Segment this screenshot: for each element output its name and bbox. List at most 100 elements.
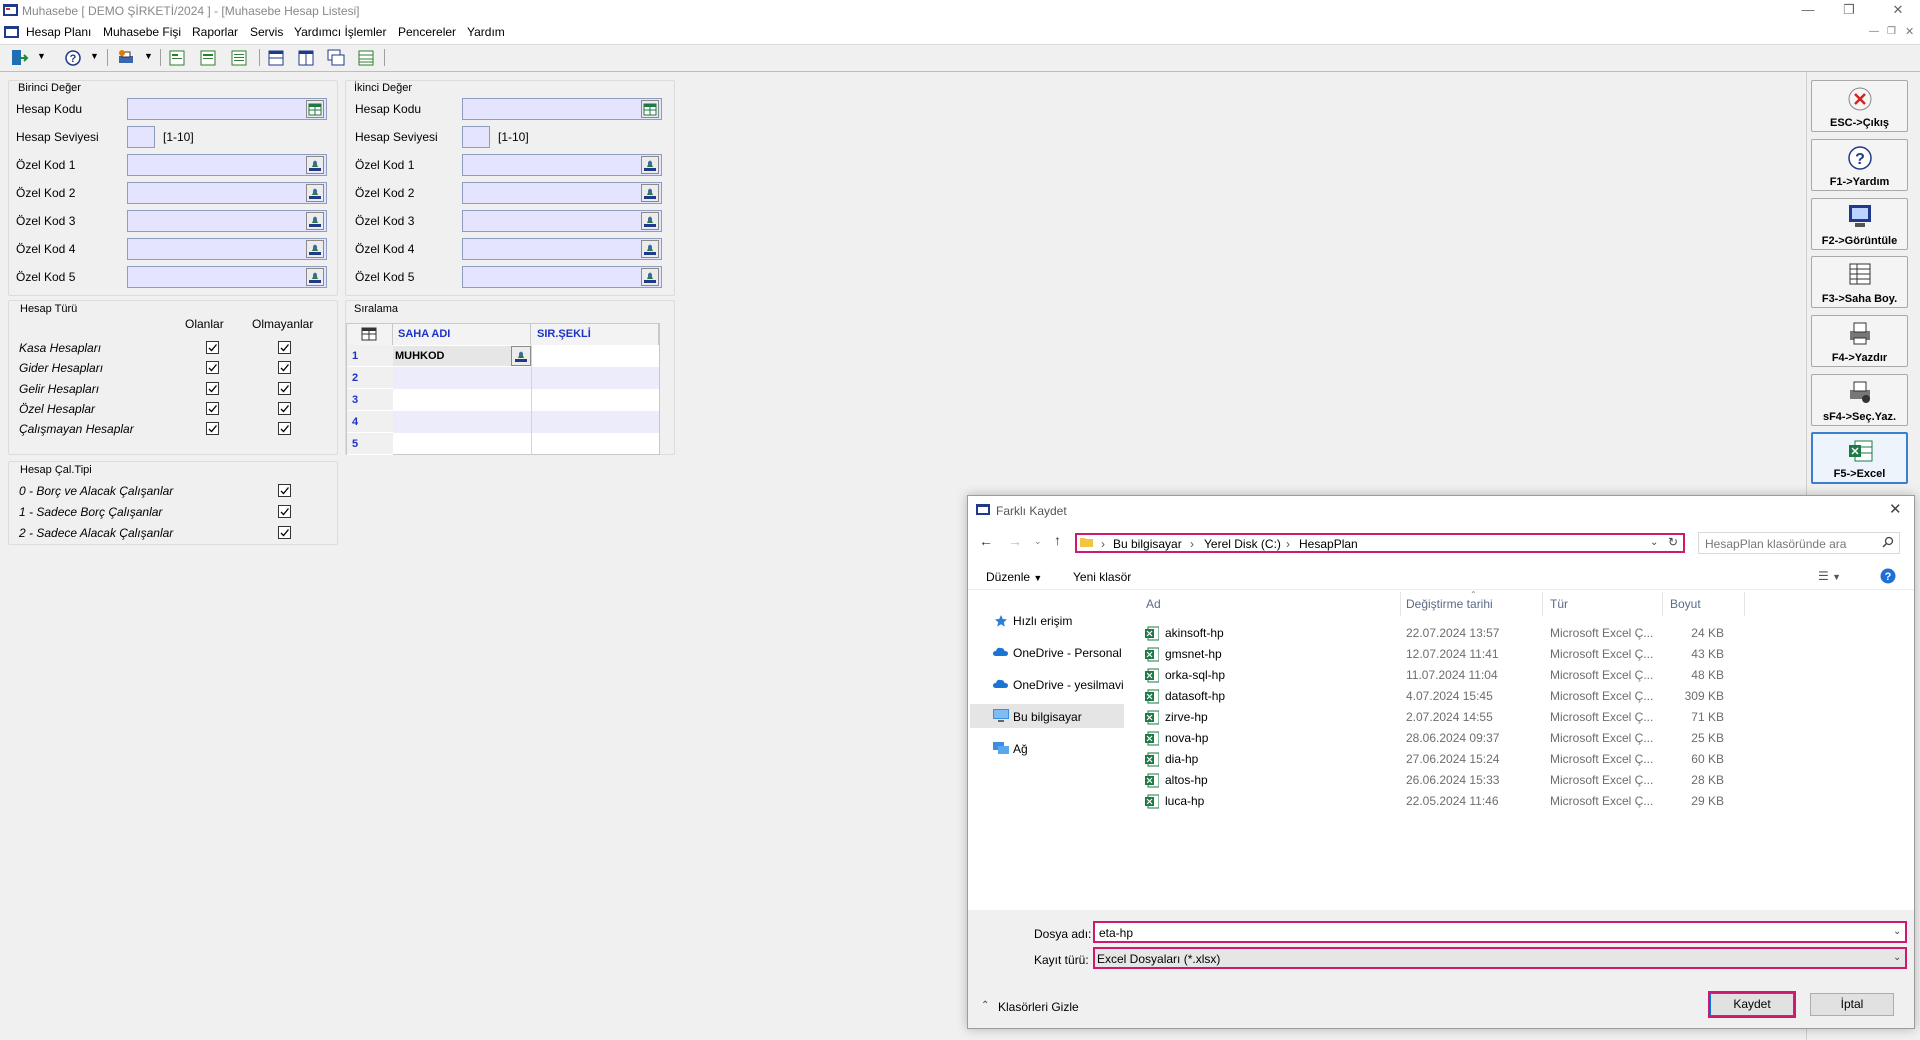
list-item[interactable]: altos-hp 26.06.2024 15:33 Microsoft Excel … [1143,770,1743,791]
lookup-icon[interactable] [641,212,659,230]
exit-dropdown-icon[interactable]: ▼ [37,51,46,61]
file-name[interactable]: luca-hp [1165,794,1204,808]
lookup-icon[interactable] [511,346,531,366]
saha-adi-cell[interactable]: MUHKOD [393,346,511,366]
file-name[interactable]: datasoft-hp [1165,689,1225,703]
menu-servis[interactable]: Servis [250,25,283,39]
list-item[interactable]: nova-hp 28.06.2024 09:37 Microsoft Excel Ç… [1143,728,1743,749]
f2-view-button[interactable]: F2->Görüntüle [1811,198,1908,250]
new-folder-button[interactable]: Yeni klasör [1073,570,1131,584]
grid-corner-icon[interactable] [347,324,393,345]
menu-muhasebe-fisi[interactable]: Muhasebe Fişi [103,25,181,39]
list-item[interactable]: gmsnet-hp 12.07.2024 11:41 Microsoft Excel… [1143,644,1743,665]
lookup-icon[interactable] [306,268,324,286]
sadece-borc-checkbox[interactable] [278,505,291,518]
nav-quick-access[interactable]: Hızlı erişim [1013,614,1072,628]
back-arrow-icon[interactable]: ← [979,533,993,549]
table-row[interactable] [393,433,659,454]
help-tool-icon[interactable]: ? [63,48,83,68]
ozel-olmayanlar-checkbox[interactable] [278,402,291,415]
grid-view-icon[interactable] [266,48,286,68]
list-item[interactable]: akinsoft-hp 22.07.2024 13:57 Microsoft Exc… [1143,623,1743,644]
calismayan-olmayanlar-checkbox[interactable] [278,422,291,435]
grid-columns-icon[interactable] [296,48,316,68]
ozel-kod-3-field[interactable] [462,210,662,232]
list-item[interactable]: zirve-hp 2.07.2024 14:55 Microsoft Excel Ç… [1143,707,1743,728]
nav-network[interactable]: Ağ [1013,742,1028,756]
file-name[interactable]: dia-hp [1165,752,1198,766]
search-icon[interactable] [1882,536,1894,548]
list-item[interactable]: orka-sql-hp 11.07.2024 11:04 Microsoft Exc… [1143,665,1743,686]
gider-olanlar-checkbox[interactable] [206,361,219,374]
grid-stack-icon[interactable] [326,48,346,68]
lookup-icon[interactable] [641,184,659,202]
esc-exit-button[interactable]: ESC->Çıkış [1811,80,1908,132]
ozel-olanlar-checkbox[interactable] [206,402,219,415]
ozel-kod-4-field[interactable] [127,238,327,260]
up-arrow-icon[interactable]: ↑ [1054,532,1061,548]
sadece-alacak-checkbox[interactable] [278,526,291,539]
list-item[interactable]: dia-hp 27.06.2024 15:24 Microsoft Excel Ç.… [1143,749,1743,770]
file-name[interactable]: zirve-hp [1165,710,1208,724]
nav-onedrive-personal[interactable]: OneDrive - Personal [1013,646,1122,660]
f5-excel-button[interactable]: F5->Excel [1811,432,1908,484]
ozel-kod-1-field[interactable] [127,154,327,176]
ozel-kod-4-field[interactable] [462,238,662,260]
dialog-close-icon[interactable]: ✕ [1889,500,1902,518]
search-placeholder[interactable]: HesapPlan klasöründe ara [1705,537,1846,551]
column-date-header[interactable]: Değiştirme tarihi [1406,597,1493,611]
lookup-icon[interactable] [306,184,324,202]
minimize-icon[interactable]: — [1799,2,1817,18]
kasa-olanlar-checkbox[interactable] [206,341,219,354]
table-row[interactable] [393,389,659,411]
lookup-icon[interactable] [641,240,659,258]
filename-value[interactable]: eta-hp [1099,926,1133,940]
nav-this-pc[interactable]: Bu bilgisayar [1013,710,1082,724]
ozel-kod-1-field[interactable] [462,154,662,176]
cancel-button[interactable]: İptal [1810,993,1894,1016]
restore-icon[interactable]: ❐ [1840,2,1858,18]
file-name[interactable]: akinsoft-hp [1165,626,1224,640]
saha-adi-header[interactable]: SAHA ADI [393,324,531,345]
file-name[interactable]: altos-hp [1165,773,1208,787]
mdi-close-icon[interactable]: ✕ [1905,25,1914,38]
list-item[interactable]: datasoft-hp 4.07.2024 15:45 Microsoft Exce… [1143,686,1743,707]
filename-dropdown-icon[interactable]: ⌄ [1893,926,1901,937]
mdi-restore-icon[interactable]: ❐ [1887,26,1896,37]
calendar-lookup-icon[interactable] [306,100,324,118]
calendar-lookup-icon[interactable] [641,100,659,118]
printer-tool-icon[interactable] [116,48,136,68]
record-prev-icon[interactable] [198,48,218,68]
ozel-kod-2-field[interactable] [127,182,327,204]
save-button-label[interactable]: Kaydet [1710,993,1794,1016]
exit-tool-icon[interactable] [9,48,29,68]
grid-table-icon[interactable] [356,48,376,68]
hesap-kodu-field[interactable] [127,98,327,120]
hesap-seviyesi-field[interactable] [127,126,155,148]
menu-raporlar[interactable]: Raporlar [192,25,238,39]
recent-dropdown-icon[interactable]: ⌄ [1034,536,1042,547]
gelir-olanlar-checkbox[interactable] [206,382,219,395]
f4-print-button[interactable]: F4->Yazdır [1811,315,1908,367]
f1-help-button[interactable]: ? F1->Yardım [1811,139,1908,191]
record-first-icon[interactable] [167,48,187,68]
breadcrumb-bu-bilgisayar[interactable]: Bu bilgisayar [1113,537,1182,551]
record-list-icon[interactable] [229,48,249,68]
hide-folders-chevron-icon[interactable]: ⌃ [981,1000,989,1011]
mdi-minimize-icon[interactable]: — [1869,26,1879,37]
view-options-icon[interactable]: ☰ ▼ [1818,569,1841,583]
ozel-kod-3-field[interactable] [127,210,327,232]
nav-onedrive-work[interactable]: OneDrive - yesilmaviy [1013,678,1124,692]
lookup-icon[interactable] [306,156,324,174]
breadcrumb-yerel-disk[interactable]: Yerel Disk (C:) [1204,537,1281,551]
gider-olmayanlar-checkbox[interactable] [278,361,291,374]
ozel-kod-5-field[interactable] [462,266,662,288]
ozel-kod-5-field[interactable] [127,266,327,288]
file-name[interactable]: nova-hp [1165,731,1208,745]
lookup-icon[interactable] [641,156,659,174]
menu-yardim[interactable]: Yardım [467,25,505,39]
menu-pencereler[interactable]: Pencereler [398,25,456,39]
kasa-olmayanlar-checkbox[interactable] [278,341,291,354]
list-item[interactable]: luca-hp 22.05.2024 11:46 Microsoft Excel Ç… [1143,791,1743,812]
sir-sekli-header[interactable]: SIR.ŞEKLİ [531,324,659,345]
